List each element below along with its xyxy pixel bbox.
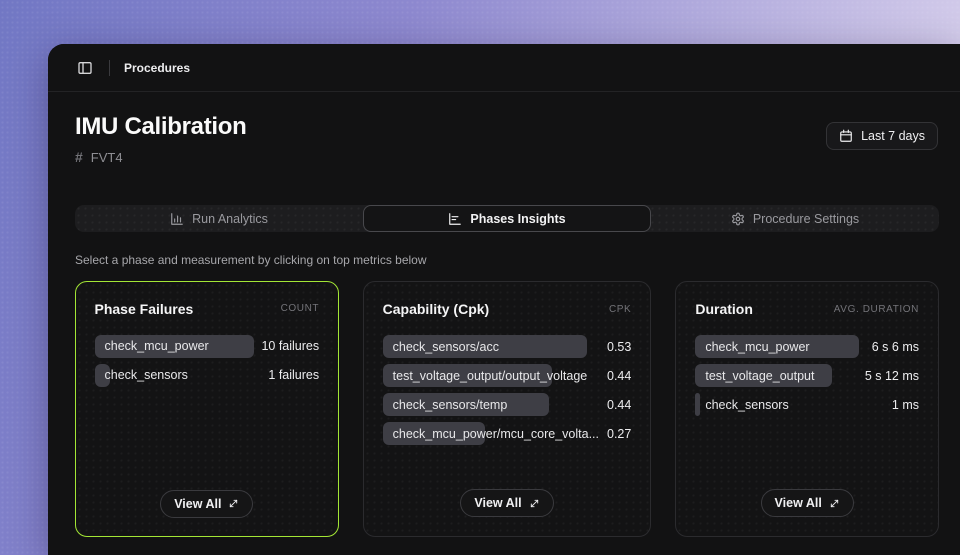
metric-cards: Phase Failures COUNT check_mcu_power 10 … bbox=[75, 281, 939, 537]
card-duration[interactable]: Duration AVG. DURATION check_mcu_power 6… bbox=[675, 281, 939, 537]
topbar-divider bbox=[109, 60, 110, 76]
metric-row-value: 0.44 bbox=[607, 369, 631, 383]
metric-row-label: check_sensors/temp bbox=[393, 398, 508, 412]
view-all-label: View All bbox=[474, 496, 521, 510]
card-header: Capability (Cpk) CPK bbox=[383, 301, 632, 317]
tab-bar: Run Analytics Phases Insights Procedure … bbox=[75, 205, 939, 232]
expand-diagonal-arrows-icon bbox=[529, 498, 540, 509]
metric-row-label: check_mcu_power bbox=[705, 340, 809, 354]
metric-row[interactable]: check_sensors 1 ms bbox=[695, 393, 919, 416]
metric-row-value: 6 s 6 ms bbox=[872, 340, 919, 354]
metric-row-label: check_mcu_power bbox=[105, 339, 209, 353]
card-phase-failures[interactable]: Phase Failures COUNT check_mcu_power 10 … bbox=[75, 281, 339, 537]
metric-row-label: test_voltage_output bbox=[705, 369, 814, 383]
tab-label: Run Analytics bbox=[192, 212, 268, 226]
view-all-label: View All bbox=[775, 496, 822, 510]
tab-phases-insights[interactable]: Phases Insights bbox=[363, 205, 651, 232]
panel-left-icon bbox=[77, 60, 93, 76]
card-header: Phase Failures COUNT bbox=[95, 301, 320, 317]
procedure-id: # FVT4 bbox=[75, 149, 247, 165]
hash-icon: # bbox=[75, 149, 83, 165]
metric-row[interactable]: check_mcu_power 6 s 6 ms bbox=[695, 335, 919, 358]
date-range-label: Last 7 days bbox=[861, 129, 925, 143]
card-metric-label: COUNT bbox=[281, 303, 320, 314]
tab-procedure-settings[interactable]: Procedure Settings bbox=[651, 205, 939, 232]
metric-row-value: 0.27 bbox=[607, 427, 631, 441]
hint-text: Select a phase and measurement by clicki… bbox=[75, 253, 933, 267]
metric-row-label: check_sensors/acc bbox=[393, 340, 499, 354]
app-window: Procedures IMU Calibration # FVT4 Last 7… bbox=[48, 44, 960, 555]
metric-row[interactable]: check_mcu_power/mcu_core_volta... 0.27 bbox=[383, 422, 632, 445]
date-range-button[interactable]: Last 7 days bbox=[826, 122, 938, 150]
card-title: Capability (Cpk) bbox=[383, 301, 490, 317]
metric-row-value: 0.53 bbox=[607, 340, 631, 354]
gear-icon bbox=[731, 212, 745, 226]
metric-row[interactable]: check_sensors 1 failures bbox=[95, 364, 320, 387]
card-capability-cpk[interactable]: Capability (Cpk) CPK check_sensors/acc 0… bbox=[363, 281, 652, 537]
view-all-button[interactable]: View All bbox=[160, 490, 253, 518]
expand-diagonal-arrows-icon bbox=[228, 498, 239, 509]
page-header: IMU Calibration # FVT4 Last 7 days bbox=[48, 92, 960, 165]
metric-row[interactable]: check_sensors/acc 0.53 bbox=[383, 335, 632, 358]
metric-bar bbox=[695, 393, 699, 416]
metric-row-label: check_mcu_power/mcu_core_volta... bbox=[393, 427, 599, 441]
expand-diagonal-arrows-icon bbox=[829, 498, 840, 509]
card-metric-label: AVG. DURATION bbox=[834, 304, 919, 315]
bar-chart-icon bbox=[170, 212, 184, 226]
tab-run-analytics[interactable]: Run Analytics bbox=[75, 205, 363, 232]
tab-label: Procedure Settings bbox=[753, 212, 859, 226]
top-bar: Procedures bbox=[48, 44, 960, 92]
view-all-button[interactable]: View All bbox=[460, 489, 553, 517]
metric-row[interactable]: check_mcu_power 10 failures bbox=[95, 335, 320, 358]
view-all-label: View All bbox=[174, 497, 221, 511]
metric-rows: check_sensors/acc 0.53 test_voltage_outp… bbox=[383, 335, 632, 445]
metric-row-label: test_voltage_output/output_voltage bbox=[393, 369, 588, 383]
sidebar-toggle-button[interactable] bbox=[75, 58, 95, 78]
procedure-id-label: FVT4 bbox=[91, 150, 123, 165]
tab-label: Phases Insights bbox=[470, 212, 565, 226]
breadcrumb[interactable]: Procedures bbox=[124, 61, 190, 75]
metric-row-label: check_sensors bbox=[105, 368, 188, 382]
metric-row-value: 0.44 bbox=[607, 398, 631, 412]
metric-rows: check_mcu_power 10 failures check_sensor… bbox=[95, 335, 320, 387]
card-header: Duration AVG. DURATION bbox=[695, 301, 919, 317]
metric-row-value: 5 s 12 ms bbox=[865, 369, 919, 383]
card-title: Phase Failures bbox=[95, 301, 194, 317]
metric-row-value: 1 ms bbox=[892, 398, 919, 412]
metric-row-label: check_sensors bbox=[705, 398, 788, 412]
metric-row-value: 10 failures bbox=[261, 339, 319, 353]
view-all-wrap: View All bbox=[695, 489, 919, 517]
view-all-wrap: View All bbox=[383, 489, 632, 517]
card-metric-label: CPK bbox=[609, 304, 631, 315]
calendar-icon bbox=[839, 129, 853, 143]
metric-row[interactable]: test_voltage_output/output_voltage 0.44 bbox=[383, 364, 632, 387]
metric-row[interactable]: check_sensors/temp 0.44 bbox=[383, 393, 632, 416]
metric-rows: check_mcu_power 6 s 6 ms test_voltage_ou… bbox=[695, 335, 919, 416]
horizontal-bar-chart-icon bbox=[448, 212, 462, 226]
view-all-wrap: View All bbox=[95, 490, 320, 518]
view-all-button[interactable]: View All bbox=[761, 489, 854, 517]
metric-row[interactable]: test_voltage_output 5 s 12 ms bbox=[695, 364, 919, 387]
card-title: Duration bbox=[695, 301, 753, 317]
page-title: IMU Calibration bbox=[75, 113, 247, 141]
page-header-left: IMU Calibration # FVT4 bbox=[75, 113, 247, 165]
metric-row-value: 1 failures bbox=[268, 368, 319, 382]
